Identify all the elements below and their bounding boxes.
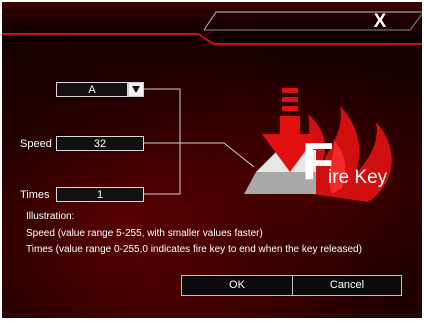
key-dropdown-arrow[interactable] xyxy=(128,82,144,97)
illustration-speed-line: Speed (value range 5-255, with smaller v… xyxy=(26,228,263,239)
illustration-times-line: Times (value range 0-255,0 indicates fir… xyxy=(26,244,362,255)
key-select[interactable]: A xyxy=(56,82,128,97)
times-field[interactable]: 1 xyxy=(56,187,144,202)
fire-key-dialog: X A Speed 32 Times 1 F ire Key Illustrat xyxy=(2,2,422,318)
logo-text: ire Key xyxy=(328,167,388,188)
speed-value: 32 xyxy=(93,138,107,150)
illustration-heading: Illustration: xyxy=(26,211,75,222)
ok-button[interactable]: OK xyxy=(181,275,293,296)
cancel-button[interactable]: Cancel xyxy=(292,275,402,296)
close-button[interactable]: X xyxy=(352,10,408,34)
times-value: 1 xyxy=(96,189,104,201)
times-label: Times xyxy=(20,189,50,201)
speed-label: Speed xyxy=(20,138,52,150)
speed-field[interactable]: 32 xyxy=(56,136,144,151)
key-select-value: A xyxy=(88,84,96,96)
close-icon: X xyxy=(373,11,387,32)
